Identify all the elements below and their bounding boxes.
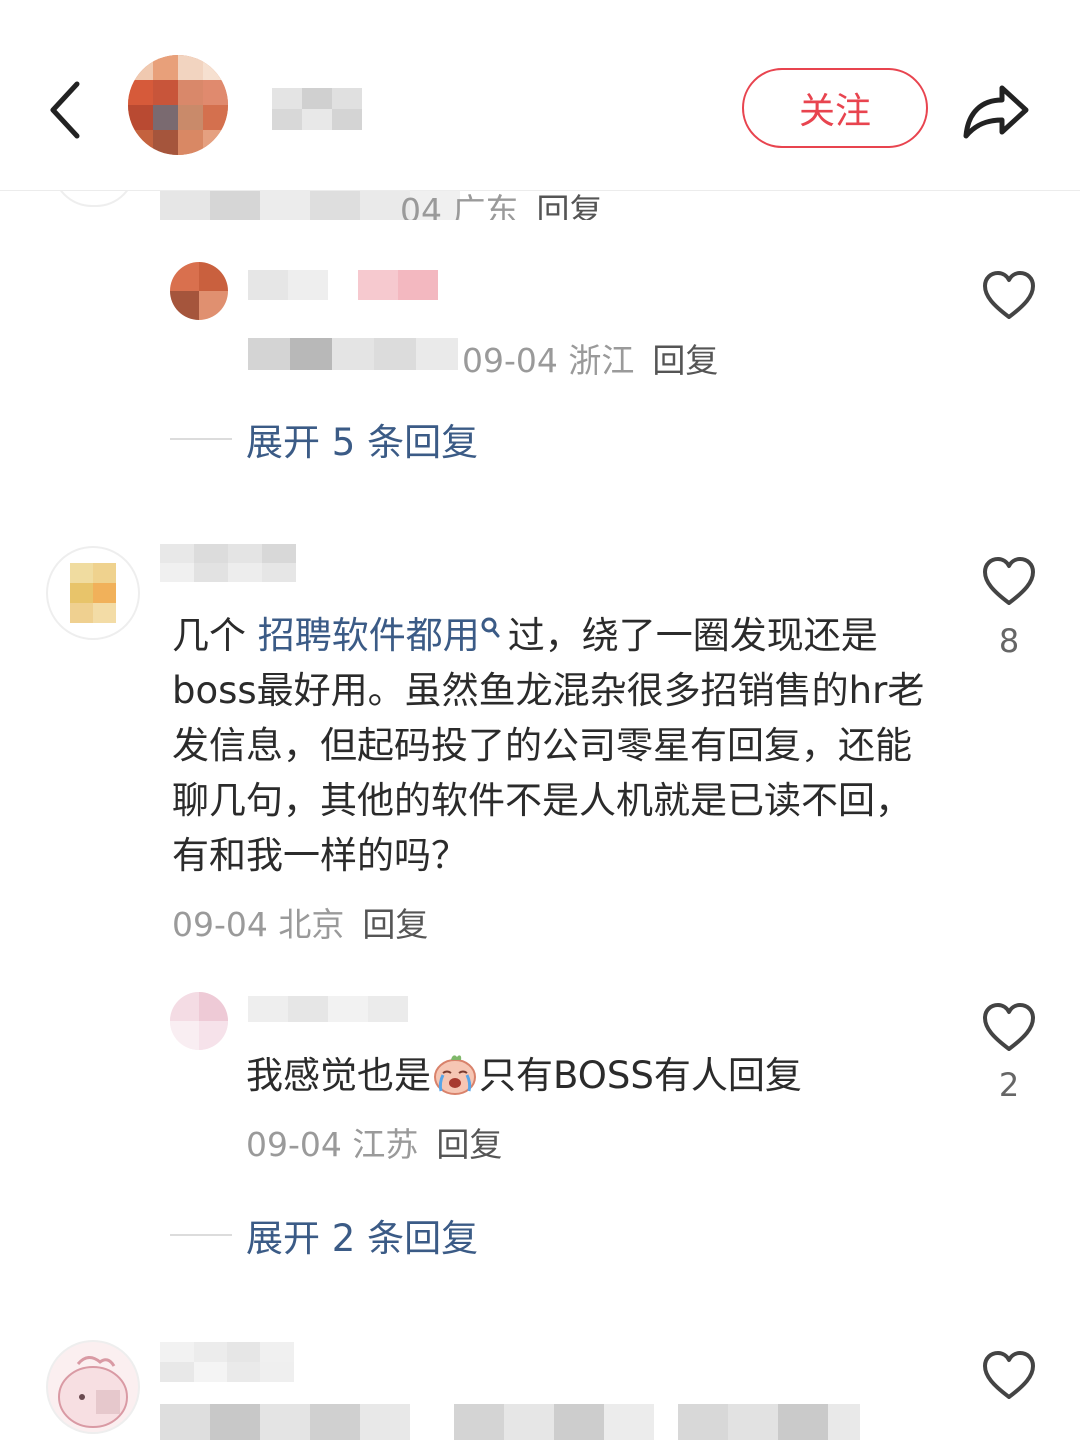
like-button[interactable] [979, 556, 1039, 612]
back-button[interactable] [30, 70, 100, 150]
heart-icon [983, 1351, 1035, 1399]
reply-content: 我感觉也是 只有BOSS有人回复 [246, 1048, 946, 1103]
comment-date-location: 04 广东 [400, 191, 519, 220]
comment-text-redacted [160, 1404, 910, 1440]
expand-divider [170, 1234, 232, 1236]
reply-meta: 09-04 浙江 回复 [462, 334, 718, 382]
reply-text-before: 我感觉也是 [246, 1054, 431, 1097]
reply-link[interactable]: 回复 [362, 905, 428, 944]
expand-replies[interactable]: 展开 2 条回复 [170, 1208, 478, 1262]
reply-username-redacted [248, 996, 408, 1022]
like-count: 2 [998, 1066, 1020, 1104]
like-button[interactable] [979, 270, 1039, 326]
heart-icon [983, 557, 1035, 605]
like-button[interactable] [979, 1002, 1039, 1058]
comment-avatar[interactable] [46, 546, 140, 640]
comment-text-prefix: 几个 [172, 614, 258, 657]
heart-icon [983, 271, 1035, 319]
reply-date-location: 09-04 浙江 [462, 341, 635, 380]
expand-replies-label[interactable]: 展开 2 条回复 [246, 1208, 478, 1262]
reply-meta: 09-04 江苏 回复 [246, 1118, 502, 1166]
follow-button[interactable]: 关注 [742, 68, 928, 148]
comment-avatar[interactable] [46, 1340, 140, 1434]
top-bar: 关注 [0, 0, 1080, 191]
chevron-left-icon [50, 81, 80, 139]
reply-date-location: 09-04 江苏 [246, 1125, 419, 1164]
expand-replies[interactable]: 展开 5 条回复 [170, 412, 478, 466]
like-count: 8 [998, 622, 1020, 660]
author-name-redacted [272, 88, 362, 130]
search-icon[interactable] [480, 616, 502, 642]
reply-link[interactable]: 回复 [536, 191, 602, 220]
share-arrow-icon [963, 85, 1029, 139]
heart-icon [983, 1003, 1035, 1051]
reply-avatar[interactable] [170, 992, 228, 1050]
reply-username-redacted [248, 270, 438, 300]
comment-meta: 09-04 北京 回复 [172, 898, 428, 946]
expand-replies-label[interactable]: 展开 5 条回复 [246, 412, 478, 466]
reply-link[interactable]: 回复 [436, 1125, 502, 1164]
crying-emoji-icon [434, 1054, 476, 1095]
comment-username-redacted [160, 544, 296, 582]
comment-content: 几个 招聘软件都用 过，绕了一圈发现还是boss最好用。虽然鱼龙混杂很多招销售的h… [172, 608, 932, 883]
search-keyword-link[interactable]: 招聘软件都用 [258, 614, 480, 657]
reply-avatar[interactable] [170, 262, 228, 320]
share-button[interactable] [958, 72, 1034, 148]
reply-link[interactable]: 回复 [652, 341, 718, 380]
reply-text-after: 只有BOSS有人回复 [479, 1054, 802, 1097]
cartoon-avatar-icon [58, 1356, 128, 1428]
comment-username-redacted [160, 1342, 294, 1382]
reply-text-redacted [248, 338, 458, 370]
like-button[interactable] [979, 1350, 1039, 1406]
comment-date-location: 09-04 北京 [172, 905, 345, 944]
expand-divider [170, 438, 232, 440]
author-avatar[interactable] [128, 55, 228, 155]
